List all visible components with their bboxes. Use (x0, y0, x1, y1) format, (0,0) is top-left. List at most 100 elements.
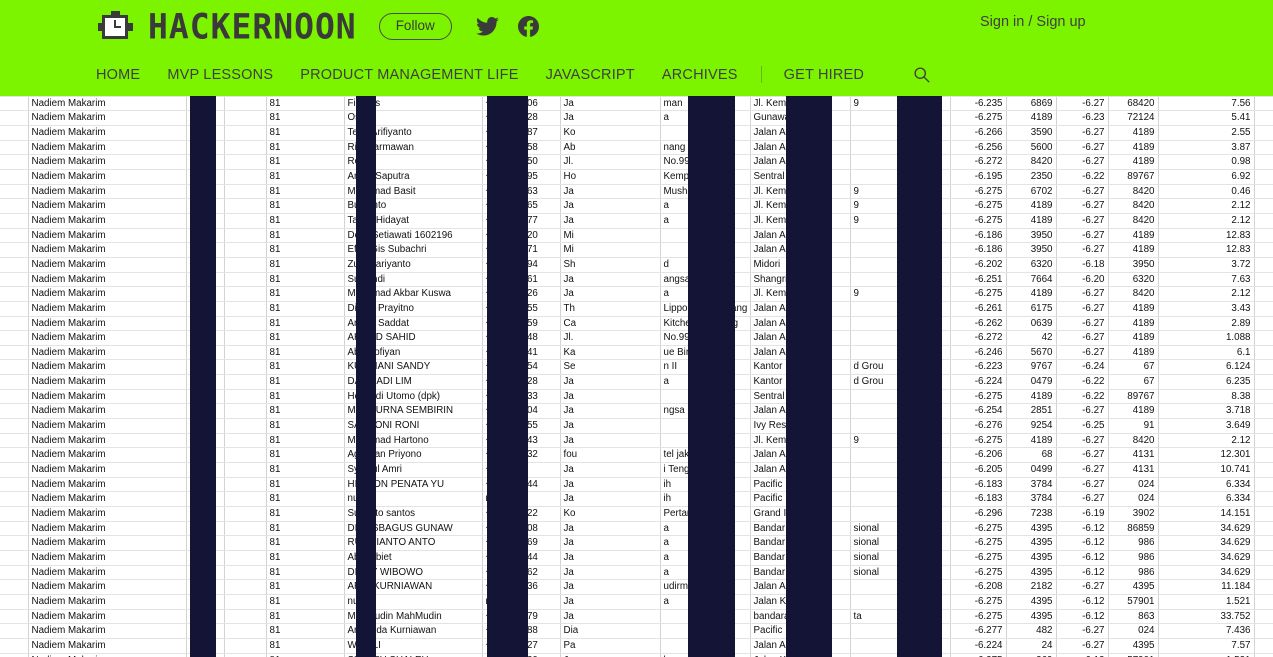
cell-lat1: -6.272 (950, 154, 1007, 170)
cell-addr2b (850, 403, 951, 420)
table-row[interactable]: Nadiem Makarim+6281SHALEH SHALEH+62020Ja… (0, 653, 1273, 657)
nav-item-archives[interactable]: ARCHIVES (662, 67, 738, 83)
cell-lat2: -6.27 (1056, 213, 1109, 229)
cell-p1: 20000 (1254, 228, 1273, 244)
data-table-region[interactable]: Nadiem Makarim+6281Sandi Nopriyadi+62JaJ… (0, 88, 1273, 657)
cell-addr1b: n II (660, 359, 751, 376)
nav-item-javascript[interactable]: JAVASCRIPT (546, 67, 635, 83)
table-row[interactable]: Nadiem Makarim +62 81 APRI KURNIAWAN +62 136 J… (0, 579, 1273, 595)
table-row[interactable]: Nadiem Makarim +62 81 MENPURNA SEMBIRIN +62 5… (0, 403, 1273, 420)
cell-ph2 (518, 594, 561, 610)
table-row[interactable]: Nadiem Makarim +62 81 WAR LI +62 327 Pa Jalan A… (0, 638, 1273, 654)
cell-name: Nadiem Makarim (28, 623, 187, 639)
table-row[interactable]: Nadiem Makarim +62 81 null null Ja a Jalan K -6.… (0, 594, 1273, 610)
follow-button[interactable]: Follow (378, 12, 452, 41)
nav-item-mvp-lessons[interactable]: MVP LESSONS (167, 67, 273, 83)
nav-item-home[interactable]: HOME (96, 67, 140, 83)
table-row[interactable]: Nadiem Makarim +62 81 Mahmudin MahMudin +62 5… (0, 609, 1273, 625)
table-row[interactable]: Nadiem Makarim +62 81 Muhamad Akbar Kuswa +6… (0, 286, 1273, 302)
table-row[interactable]: Nadiem Makarim +62 81 Muhamad Hartono +62 343… (0, 433, 1273, 449)
table-row[interactable]: Nadiem Makarim +62 81 Abu Sofiyan +62 541 Ka ue… (0, 345, 1273, 361)
twitter-icon[interactable] (475, 17, 499, 36)
table-row[interactable]: Nadiem Makarim +62 81 Heriyadi Utomo (dpk) +… (0, 389, 1273, 405)
cell-name: Nadiem Makarim (28, 330, 187, 346)
cell-lng1: 2350 (1006, 169, 1057, 185)
table-row[interactable]: Nadiem Makarim +62 81 RUSMIANTO ANTO +62 469 J… (0, 535, 1273, 551)
cell-addr2: Jalan A (750, 638, 851, 654)
nav-item-product-management-life[interactable]: PRODUCT MANAGEMENT LIFE (300, 67, 518, 83)
cell-p1: 9000 (1254, 316, 1273, 332)
cell-lat2: -6.22 (1056, 169, 1109, 185)
cell-ph1 (224, 433, 267, 449)
cell-cc1: +62 (186, 169, 225, 185)
cell-p1: 25000 (1254, 447, 1273, 464)
table-row[interactable]: Nadiem Makarim +62 81 Muhamad Basit +62 863 Ja… (0, 184, 1273, 200)
table-row[interactable]: Nadiem Makarim +62 81 AHMAD SAHID +62 248 Jl. N… (0, 330, 1273, 346)
cell-p1: 70000 (1254, 521, 1273, 537)
cell-addr1: Ja (560, 521, 661, 537)
cell-pname: DIMASBAGUS GUNAW (344, 521, 483, 537)
cell-lat1: -6.275 (950, 535, 1007, 551)
cell-row-header (0, 110, 29, 126)
cell-addr1: Pa (560, 638, 661, 654)
table-row[interactable]: Nadiem Makarim +62 81 Syahlul Amri +62 7 Ja i T… (0, 462, 1273, 478)
table-row[interactable]: Nadiem Makarim +62 81 Anggi Saputra +62 995 Ho… (0, 169, 1273, 185)
table-row[interactable]: Nadiem Makarim +62 81 Oskar +62 828 Ja a Gunawa -… (0, 110, 1273, 126)
cell-lng1: 4189 (1006, 433, 1057, 449)
table-row[interactable]: Nadiem Makarim +62 81 Riki Darmawan +62 758 Ab… (0, 140, 1273, 156)
cell-addr1: Ja (560, 550, 661, 566)
table-row[interactable]: Nadiem Makarim +62 81 Dimas Prayitno +62 755 T… (0, 301, 1273, 317)
signin-signup-link[interactable]: Sign in / Sign up (980, 14, 1273, 30)
cell-lng2: 4189 (1108, 242, 1159, 258)
table-row[interactable]: Nadiem Makarim +62 81 Zulfi Hariyanto +62 194… (0, 257, 1273, 273)
table-row[interactable]: Nadiem Makarim +62 81 DARMADI LIM +62 128 Ja a K… (0, 374, 1273, 390)
table-row[interactable]: Nadiem Makarim +62 81 null null Ja ih Pacific -6… (0, 491, 1273, 508)
cell-cc1: +62 (186, 389, 225, 405)
table-row[interactable]: Nadiem Makarim +62 81 DICKY WIBOWO +62 162 Ja a… (0, 565, 1273, 581)
cell-lat1: -6.275 (950, 550, 1007, 566)
brand[interactable]: HACKERNOON (98, 9, 357, 45)
cell-addr1: Ko (560, 506, 661, 522)
cell-pname: Agustian Priyono (344, 447, 483, 464)
cell-cc1: +62 (186, 579, 225, 595)
cell-cc2: +62 (482, 198, 519, 214)
cell-row-header (0, 579, 29, 595)
search-icon[interactable] (913, 66, 930, 83)
facebook-icon[interactable] (517, 16, 539, 37)
table-row[interactable]: Nadiem Makarim +62 81 Armanda Kurniawan +62 2… (0, 623, 1273, 639)
cell-pname: null (344, 491, 483, 508)
table-row[interactable]: Nadiem Makarim +62 81 Dewi Setiawati 160219… (0, 228, 1273, 244)
table-row[interactable]: Nadiem Makarim +62 81 Tejar Arifiyanto +62 48… (0, 125, 1273, 141)
cell-ph2: 343 (518, 433, 561, 449)
cell-lat1: -6.235 (950, 96, 1007, 112)
table-row[interactable]: Nadiem Makarim +62 81 Anwar Saddat +62 159 Ca K… (0, 316, 1273, 332)
cell-lat1: -6.224 (950, 638, 1007, 654)
cell-addr2b (850, 125, 951, 141)
cell-p81: 81 (266, 447, 345, 464)
table-row[interactable]: Nadiem Makarim +62 81 Firdaus +62 606 Ja man Jl.… (0, 96, 1273, 112)
table-row[interactable]: Nadiem Makarim +62 81 Budianto +62 165 Ja a Jl. … (0, 198, 1273, 214)
cell-row-header (0, 594, 29, 610)
cell-addr2b: 9 (850, 213, 951, 229)
table-row[interactable]: Nadiem Makarim +62 81 SAHRONI RONI +62 755 Ja I… (0, 418, 1273, 434)
cell-addr2b (850, 242, 951, 258)
table-row[interactable]: Nadiem Makarim +62 81 Roni +62 950 Jl. No.99 Jal… (0, 154, 1273, 170)
table-row[interactable]: Nadiem Makarim +62 81 DIMASBAGUS GUNAW +62 10… (0, 521, 1273, 537)
nav-item-get-hired[interactable]: GET HIRED (784, 67, 865, 83)
table-row[interactable]: Nadiem Makarim +62 81 Susanto santos +62 022 K… (0, 506, 1273, 522)
table-row[interactable]: Nadiem Makarim +62 81 KUDSIANI SANDY +62 254 S… (0, 359, 1273, 376)
cell-pname: Anggi Saputra (344, 169, 483, 185)
table-row[interactable]: Nadiem Makarim +62 81 Taufik Hidayat +62 977 J… (0, 213, 1273, 229)
table-row[interactable]: Nadiem Makarim +62 81 Suwandi +62 861 Ja angsa … (0, 272, 1273, 288)
table-row[interactable]: Nadiem Makarim +62 81 Efan Gis Subachri +62 4… (0, 242, 1273, 258)
table-row[interactable]: Nadiem Makarim +62 81 HILLTON PENATA YU +62 6… (0, 477, 1273, 493)
cell-cc2: +62 (482, 140, 519, 156)
cell-row-header (0, 345, 29, 361)
cell-cc1: +62 (186, 609, 225, 625)
cell-lat2: -6.12 (1056, 550, 1109, 566)
table-row[interactable]: Nadiem Makarim +62 81 Abid Abiet +62 244 Ja a Ba… (0, 550, 1273, 566)
cell-pname: WAR LI (344, 638, 483, 654)
cell-cc2: +62 (482, 286, 519, 302)
cell-lng2: 8420 (1108, 286, 1159, 302)
table-row[interactable]: Nadiem Makarim +62 81 Agustian Priyono +62 13… (0, 447, 1273, 464)
